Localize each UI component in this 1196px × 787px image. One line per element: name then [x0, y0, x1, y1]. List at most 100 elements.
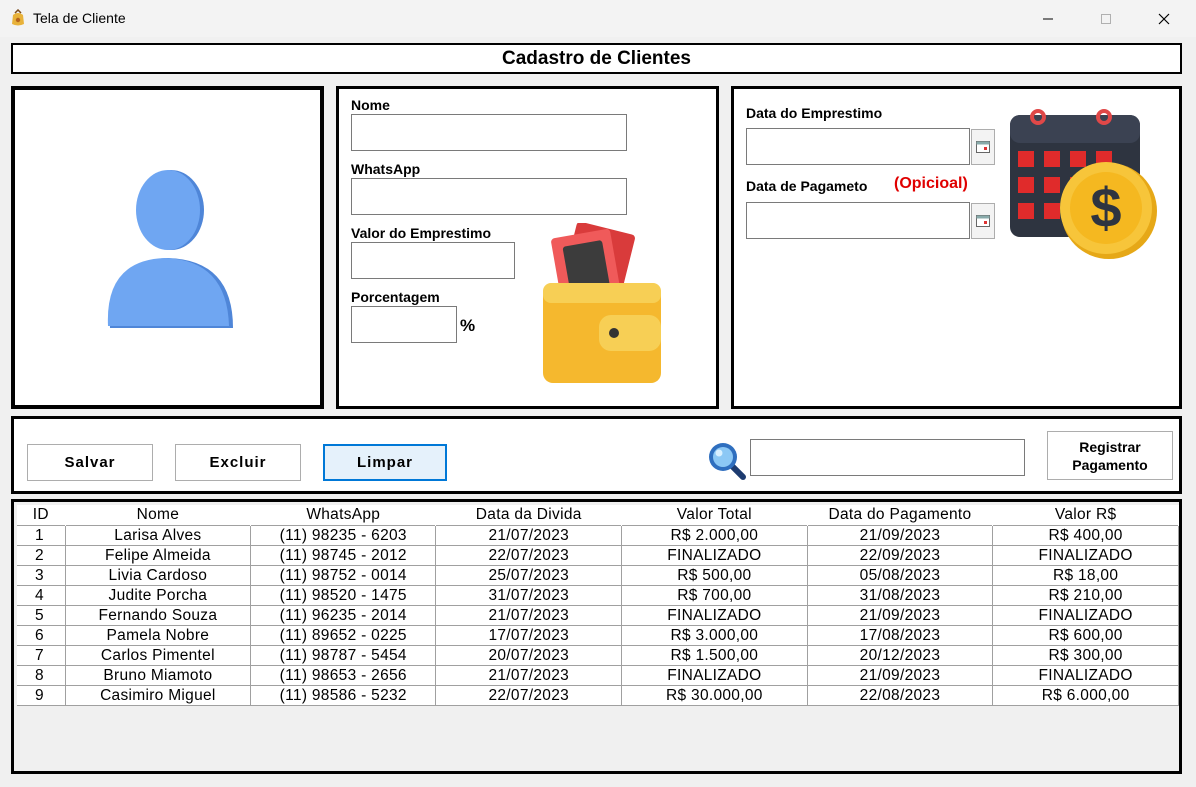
col-data-pagamento-cell[interactable]: 21/09/2023 — [807, 665, 994, 686]
col-whatsapp-cell[interactable]: (11) 98787 - 5454 — [250, 645, 437, 666]
col-whatsapp-cell[interactable]: (11) 98520 - 1475 — [250, 585, 437, 606]
col-data-divida-cell[interactable]: 25/07/2023 — [435, 565, 622, 586]
header-col-valor-total[interactable]: Valor Total — [621, 505, 808, 526]
col-id-cell[interactable]: 6 — [17, 625, 66, 646]
col-whatsapp-cell[interactable]: (11) 89652 - 0225 — [250, 625, 437, 646]
col-valor-cell[interactable]: FINALIZADO — [992, 665, 1179, 686]
col-id-cell[interactable]: 4 — [17, 585, 66, 606]
close-button[interactable] — [1135, 0, 1193, 37]
col-whatsapp-cell[interactable]: (11) 98235 - 6203 — [250, 525, 437, 546]
col-whatsapp-cell[interactable]: (11) 98745 - 2012 — [250, 545, 437, 566]
col-nome-cell[interactable]: Felipe Almeida — [65, 545, 252, 566]
col-data-divida-cell[interactable]: 17/07/2023 — [435, 625, 622, 646]
col-valor-total-cell[interactable]: R$ 700,00 — [621, 585, 808, 606]
col-nome-cell[interactable]: Carlos Pimentel — [65, 645, 252, 666]
col-valor-total-cell[interactable]: FINALIZADO — [621, 545, 808, 566]
data-emprestimo-picker-button[interactable] — [971, 129, 995, 165]
col-nome-cell[interactable]: Fernando Souza — [65, 605, 252, 626]
col-id-cell[interactable]: 3 — [17, 565, 66, 586]
col-nome-cell[interactable]: Larisa Alves — [65, 525, 252, 546]
table-row[interactable]: 7 Carlos Pimentel (11) 98787 - 5454 20/07/2… — [17, 645, 1179, 666]
opcional-label: (Opicioal) — [894, 175, 968, 192]
nome-input[interactable] — [351, 114, 627, 151]
col-data-divida-cell[interactable]: 22/07/2023 — [435, 545, 622, 566]
data-emprestimo-input[interactable] — [746, 128, 970, 165]
header-col-data-divida[interactable]: Data da Divida — [435, 505, 622, 526]
col-data-divida-cell[interactable]: 31/07/2023 — [435, 585, 622, 606]
col-valor-cell[interactable]: R$ 18,00 — [992, 565, 1179, 586]
col-id-cell[interactable]: 5 — [17, 605, 66, 626]
col-whatsapp-cell[interactable]: (11) 96235 - 2014 — [250, 605, 437, 626]
table-row[interactable]: 9 Casimiro Miguel (11) 98586 - 5232 22/07/2… — [17, 685, 1179, 706]
table-row[interactable]: 8 Bruno Miamoto (11) 98653 - 2656 21/07/202… — [17, 665, 1179, 686]
col-data-divida-cell[interactable]: 21/07/2023 — [435, 605, 622, 626]
col-data-divida-cell[interactable]: 20/07/2023 — [435, 645, 622, 666]
col-valor-cell[interactable]: R$ 600,00 — [992, 625, 1179, 646]
col-valor-total-cell[interactable]: FINALIZADO — [621, 665, 808, 686]
whatsapp-input[interactable] — [351, 178, 627, 215]
table-row[interactable]: 1 Larisa Alves (11) 98235 - 6203 21/07/2023… — [17, 525, 1179, 546]
col-valor-total-cell[interactable]: R$ 1.500,00 — [621, 645, 808, 666]
col-valor-total-cell[interactable]: R$ 500,00 — [621, 565, 808, 586]
col-valor-cell[interactable]: FINALIZADO — [992, 545, 1179, 566]
col-nome-cell[interactable]: Pamela Nobre — [65, 625, 252, 646]
col-valor-total-cell[interactable]: R$ 2.000,00 — [621, 525, 808, 546]
col-id-cell[interactable]: 7 — [17, 645, 66, 666]
col-data-pagamento-cell[interactable]: 22/08/2023 — [807, 685, 994, 706]
col-valor-cell[interactable]: R$ 210,00 — [992, 585, 1179, 606]
header-col-id[interactable]: ID — [17, 505, 66, 526]
minimize-button[interactable] — [1019, 0, 1077, 37]
col-data-divida-cell[interactable]: 22/07/2023 — [435, 685, 622, 706]
col-nome-cell[interactable]: Bruno Miamoto — [65, 665, 252, 686]
excluir-button[interactable]: Excluir — [175, 444, 301, 481]
col-id-cell[interactable]: 8 — [17, 665, 66, 686]
col-id-cell[interactable]: 9 — [17, 685, 66, 706]
header-col-whatsapp[interactable]: WhatsApp — [250, 505, 437, 526]
table-row[interactable]: 4 Judite Porcha (11) 98520 - 1475 31/07/202… — [17, 585, 1179, 606]
col-valor-cell[interactable]: R$ 300,00 — [992, 645, 1179, 666]
registrar-pagamento-button[interactable]: Registrar Pagamento — [1047, 431, 1173, 480]
col-nome-cell[interactable]: Casimiro Miguel — [65, 685, 252, 706]
col-valor-total-cell[interactable]: R$ 3.000,00 — [621, 625, 808, 646]
table-row[interactable]: 3 Livia Cardoso (11) 98752 - 0014 25/07/202… — [17, 565, 1179, 586]
limpar-button[interactable]: Limpar — [323, 444, 447, 481]
valor-emprestimo-input[interactable] — [351, 242, 515, 279]
table-row[interactable]: 6 Pamela Nobre (11) 89652 - 0225 17/07/2023… — [17, 625, 1179, 646]
magnifier-icon[interactable] — [707, 441, 747, 481]
col-data-pagamento-cell[interactable]: 22/09/2023 — [807, 545, 994, 566]
col-nome-cell[interactable]: Livia Cardoso — [65, 565, 252, 586]
col-valor-total-cell[interactable]: FINALIZADO — [621, 605, 808, 626]
col-data-pagamento-cell[interactable]: 20/12/2023 — [807, 645, 994, 666]
col-valor-cell[interactable]: R$ 6.000,00 — [992, 685, 1179, 706]
col-data-pagamento-cell[interactable]: 21/09/2023 — [807, 605, 994, 626]
col-whatsapp-cell[interactable]: (11) 98752 - 0014 — [250, 565, 437, 586]
table-row[interactable]: 2 Felipe Almeida (11) 98745 - 2012 22/07/20… — [17, 545, 1179, 566]
col-id-cell[interactable]: 2 — [17, 545, 66, 566]
col-data-divida-cell[interactable]: 21/07/2023 — [435, 665, 622, 686]
porcentagem-input[interactable] — [351, 306, 457, 343]
maximize-button[interactable] — [1077, 0, 1135, 37]
col-valor-total-cell[interactable]: R$ 30.000,00 — [621, 685, 808, 706]
col-data-pagamento-cell[interactable]: 17/08/2023 — [807, 625, 994, 646]
photo-panel[interactable] — [11, 86, 324, 409]
data-pagamento-picker-button[interactable] — [971, 203, 995, 239]
data-pagamento-input[interactable] — [746, 202, 970, 239]
col-data-pagamento-cell[interactable]: 21/09/2023 — [807, 525, 994, 546]
col-whatsapp-cell[interactable]: (11) 98586 - 5232 — [250, 685, 437, 706]
header-col-valor[interactable]: Valor R$ — [992, 505, 1179, 526]
col-data-pagamento-cell[interactable]: 31/08/2023 — [807, 585, 994, 606]
col-valor-cell[interactable]: FINALIZADO — [992, 605, 1179, 626]
col-data-pagamento-cell[interactable]: 05/08/2023 — [807, 565, 994, 586]
col-whatsapp-cell[interactable]: (11) 98653 - 2656 — [250, 665, 437, 686]
col-id-cell[interactable]: 1 — [17, 525, 66, 546]
header-col-nome[interactable]: Nome — [65, 505, 252, 526]
col-nome-cell[interactable]: Judite Porcha — [65, 585, 252, 606]
col-valor-cell[interactable]: R$ 400,00 — [992, 525, 1179, 546]
clients-grid[interactable]: ID Nome WhatsApp Data da Divida Valor Total D… — [11, 499, 1182, 774]
search-input[interactable] — [750, 439, 1025, 476]
nome-label: Nome — [351, 97, 390, 113]
col-data-divida-cell[interactable]: 21/07/2023 — [435, 525, 622, 546]
salvar-button[interactable]: Salvar — [27, 444, 153, 481]
table-row[interactable]: 5 Fernando Souza (11) 96235 - 2014 21/07/20… — [17, 605, 1179, 626]
header-col-data-pagamento[interactable]: Data do Pagamento — [807, 505, 994, 526]
